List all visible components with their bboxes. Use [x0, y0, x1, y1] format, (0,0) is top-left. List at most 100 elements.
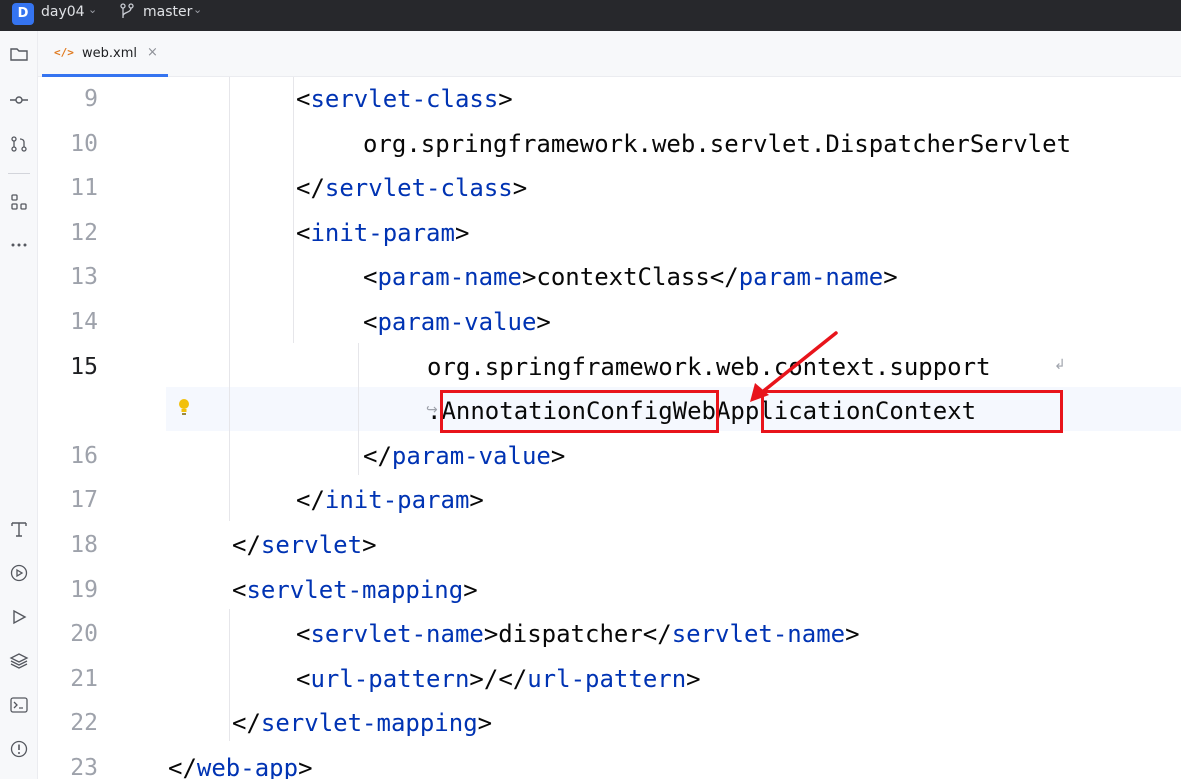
- title-bar: D day04 ⌄ master ⌄: [0, 0, 1181, 31]
- text-content: org.springframework.web.servlet.Dispatch…: [363, 130, 1072, 158]
- tab-label: web.xml: [82, 46, 137, 61]
- tag-bracket: <: [296, 620, 311, 648]
- tag-bracket: >: [845, 620, 860, 648]
- tag-bracket: <: [363, 308, 378, 336]
- tag-bracket: </: [296, 174, 325, 202]
- tag-bracket: >: [498, 85, 513, 113]
- lightbulb-icon[interactable]: [176, 397, 192, 419]
- run-icon[interactable]: [8, 606, 30, 628]
- line-number: 17: [70, 487, 98, 513]
- tag-bracket: </: [168, 754, 197, 779]
- chevron-down-icon[interactable]: ⌄: [193, 3, 202, 16]
- code-line: <servlet-mapping>: [232, 568, 478, 612]
- line-number: 19: [70, 577, 98, 603]
- tag-bracket: >: [477, 709, 493, 737]
- tag-bracket: </: [363, 442, 392, 470]
- branch-name[interactable]: master: [143, 4, 192, 20]
- annotation-arrow-icon: [750, 331, 838, 402]
- git-branch-icon: [120, 3, 134, 18]
- line-number: 15: [70, 354, 98, 380]
- tag-name: param-value: [377, 308, 537, 336]
- tag-name: servlet-class: [324, 174, 513, 202]
- line-number-gutter: 9 10 11 12 13 14 15 16 17 18 19 20 21 22 23: [38, 77, 166, 779]
- tag-name: servlet-name: [310, 620, 484, 648]
- structure-icon[interactable]: [8, 191, 30, 213]
- line-number: 23: [70, 755, 98, 779]
- tool-window-strip: [0, 31, 38, 779]
- commit-icon[interactable]: [8, 89, 30, 111]
- tag-name: url-pattern: [527, 665, 687, 693]
- soft-wrap-start-icon: ↪: [426, 402, 438, 418]
- code-line: <param-name>contextClass</param-name>: [363, 255, 898, 299]
- layers-icon[interactable]: [8, 650, 30, 672]
- chevron-down-icon[interactable]: ⌄: [88, 3, 97, 16]
- line-number: 20: [70, 621, 98, 647]
- tag-bracket: </: [232, 709, 261, 737]
- tag-bracket: >: [883, 263, 898, 291]
- project-name[interactable]: day04: [41, 4, 85, 20]
- code-line: <servlet-class>: [296, 77, 513, 121]
- line-number: 14: [70, 309, 98, 335]
- tag-bracket: >: [454, 219, 470, 247]
- more-icon[interactable]: [8, 234, 30, 256]
- tag-name: param-name: [377, 263, 522, 291]
- tag-name: init-param: [310, 219, 455, 247]
- tag-bracket: </: [709, 263, 739, 291]
- tag-bracket: >: [463, 576, 478, 604]
- code-line: <servlet-name>dispatcher</servlet-name>: [296, 612, 860, 656]
- tag-bracket: >: [362, 531, 377, 559]
- tag-name: url-pattern: [310, 665, 470, 693]
- tag-name: servlet: [260, 531, 363, 559]
- tag-bracket: >: [469, 665, 484, 693]
- tag-name: param-value: [391, 442, 551, 470]
- text-format-icon[interactable]: [8, 518, 30, 540]
- tag-bracket: >: [469, 486, 484, 514]
- project-badge[interactable]: D: [12, 3, 34, 25]
- line-number: 11: [70, 175, 98, 201]
- tag-bracket: </: [296, 486, 325, 514]
- text-content: dispatcher: [498, 620, 643, 648]
- tag-name: param-name: [738, 263, 884, 291]
- terminal-icon[interactable]: [8, 694, 30, 716]
- tab-web-xml[interactable]: </> web.xml ×: [42, 31, 168, 77]
- code-line: org.springframework.web.servlet.Dispatch…: [363, 122, 1071, 166]
- code-line: </servlet-class>: [296, 166, 527, 210]
- tag-bracket: <: [296, 219, 311, 247]
- tag-bracket: >: [536, 308, 551, 336]
- tag-name: servlet-mapping: [246, 576, 464, 604]
- close-icon[interactable]: ×: [147, 45, 158, 60]
- line-number: 12: [70, 220, 98, 246]
- annotation-box-annotationconfig: [440, 390, 719, 433]
- line-number: 22: [70, 710, 98, 736]
- tag-bracket: >: [550, 442, 566, 470]
- tag-bracket: <: [232, 576, 247, 604]
- text-content: /: [483, 665, 499, 693]
- soft-wrap-end-icon: ↲: [1054, 357, 1066, 373]
- code-line: </servlet-mapping>: [232, 701, 492, 745]
- xml-file-icon: </>: [54, 46, 74, 59]
- code-line: </init-param>: [296, 478, 484, 522]
- tag-name: servlet-mapping: [260, 709, 478, 737]
- line-number: [38, 389, 98, 433]
- pull-requests-icon[interactable]: [8, 133, 30, 155]
- tag-name: servlet-class: [310, 85, 499, 113]
- folder-icon[interactable]: [8, 43, 30, 65]
- code-line: <url-pattern>/</url-pattern>: [296, 657, 701, 701]
- text-content: contextClass: [536, 263, 710, 291]
- code-line: </param-value>: [363, 434, 565, 478]
- code-line: <param-value>: [363, 300, 551, 344]
- tag-name: servlet-name: [671, 620, 846, 648]
- code-line: </web-app>: [168, 746, 313, 779]
- tag-bracket: >: [686, 665, 701, 693]
- tag-bracket: >: [298, 754, 313, 779]
- problems-icon[interactable]: [8, 738, 30, 760]
- line-number: 9: [84, 86, 98, 112]
- tag-bracket: <: [296, 665, 311, 693]
- tag-name: web-app: [196, 754, 299, 779]
- line-number: 21: [70, 666, 98, 692]
- tag-name: init-param: [324, 486, 470, 514]
- services-icon[interactable]: [8, 562, 30, 584]
- code-line: </servlet>: [232, 523, 377, 567]
- code-line: <init-param>: [296, 211, 469, 255]
- line-number: 10: [70, 131, 98, 157]
